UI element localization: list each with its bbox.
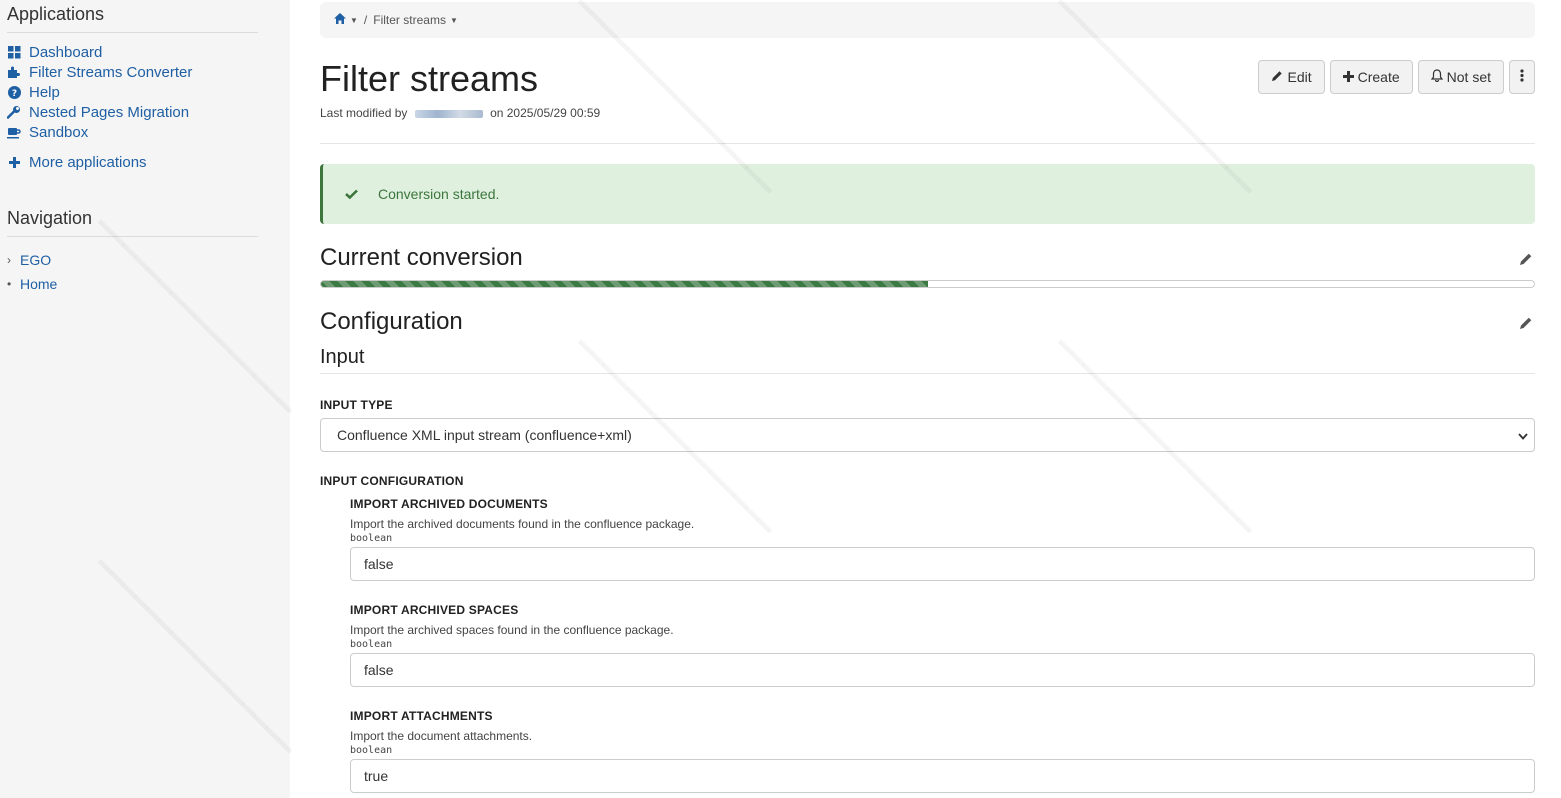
wrench-icon: [7, 105, 21, 119]
field-type: boolean: [350, 533, 393, 544]
modified-prefix: Last modified by: [320, 106, 408, 120]
current-conversion-title: Current conversion: [320, 244, 523, 271]
more-applications-link[interactable]: More applications: [7, 152, 290, 172]
config-field-attachments: IMPORT ATTACHMENTS Import the document a…: [350, 709, 1535, 793]
field-label: IMPORT ATTACHMENTS: [350, 709, 493, 723]
field-hint: Import the archived spaces found in the …: [350, 623, 674, 637]
nav-label: Home: [20, 276, 58, 292]
plus-icon: [1342, 69, 1354, 85]
input-subtitle: Input: [320, 346, 1535, 374]
config-field-archived-documents: IMPORT ARCHIVED DOCUMENTS Import the arc…: [350, 497, 1535, 581]
vertical-ellipsis-icon: [1520, 69, 1524, 85]
field-hint: Import the archived documents found in t…: [350, 517, 695, 531]
main-content: ▼ / Filter streams ▼ Filter streams Last…: [320, 0, 1535, 793]
input-configuration: INPUT CONFIGURATION IMPORT ARCHIVED DOCU…: [320, 474, 1535, 793]
input-type-field: INPUT TYPE Confluence XML input stream (…: [320, 398, 1535, 452]
page-actions: Edit Create Not set: [1258, 60, 1535, 94]
chevron-down-icon: [1518, 427, 1528, 443]
notifications-label: Not set: [1446, 69, 1491, 85]
app-label: Filter Streams Converter: [29, 63, 193, 81]
configuration-title: Configuration: [320, 308, 463, 335]
title-row: Filter streams Last modified by on 2025/…: [320, 38, 1535, 144]
app-item-help[interactable]: ? Help: [7, 82, 290, 102]
nav-item-ego[interactable]: › EGO: [7, 248, 290, 272]
expand-chevron-icon[interactable]: ›: [7, 253, 20, 267]
caret-down-icon[interactable]: ▼: [350, 16, 358, 25]
success-alert: Conversion started.: [320, 164, 1535, 224]
input-type-value: Confluence XML input stream (confluence+…: [337, 427, 632, 443]
conversion-progress-bar: [321, 281, 928, 287]
field-type: boolean: [350, 745, 393, 756]
last-modified: Last modified by on 2025/05/29 00:59: [320, 106, 600, 120]
dashboard-icon: [7, 45, 21, 59]
archived-spaces-input[interactable]: false: [350, 653, 1535, 687]
breadcrumb-separator: /: [363, 13, 368, 27]
modified-date: on 2025/05/29 00:59: [490, 106, 601, 120]
navigation-tree: › EGO • Home: [7, 248, 290, 296]
input-type-label: INPUT TYPE: [320, 398, 393, 412]
app-item-filter-streams-converter[interactable]: Filter Streams Converter: [7, 62, 290, 82]
svg-text:?: ?: [11, 89, 16, 99]
more-applications-label: More applications: [29, 153, 147, 171]
app-label: Help: [29, 83, 60, 101]
breadcrumb-current[interactable]: Filter streams: [373, 13, 446, 27]
field-hint: Import the document attachments.: [350, 729, 533, 743]
app-label: Nested Pages Migration: [29, 103, 190, 121]
field-type: boolean: [350, 639, 393, 650]
bullet-icon: •: [7, 277, 12, 291]
edit-label: Edit: [1287, 69, 1312, 85]
app-item-nested-pages-migration[interactable]: Nested Pages Migration: [7, 102, 290, 122]
coffee-icon: [7, 125, 21, 139]
field-label: IMPORT ARCHIVED SPACES: [350, 603, 519, 617]
app-item-sandbox[interactable]: Sandbox: [7, 122, 290, 142]
field-label: IMPORT ARCHIVED DOCUMENTS: [350, 497, 548, 511]
nav-item-home[interactable]: • Home: [7, 272, 290, 296]
sidebar: Applications Dashboard Filter Streams Co…: [0, 0, 290, 798]
more-actions-button[interactable]: [1509, 60, 1535, 94]
caret-down-icon[interactable]: ▼: [450, 16, 458, 25]
pencil-icon[interactable]: [1519, 316, 1533, 335]
author-link[interactable]: [414, 109, 483, 118]
bell-icon: [1430, 69, 1443, 85]
home-icon[interactable]: [334, 13, 346, 27]
input-configuration-label: INPUT CONFIGURATION: [320, 474, 464, 488]
edit-button[interactable]: Edit: [1258, 60, 1325, 94]
alert-message: Conversion started.: [378, 186, 500, 202]
pencil-icon: [1271, 69, 1283, 85]
pencil-icon[interactable]: [1519, 252, 1533, 271]
breadcrumb: ▼ / Filter streams ▼: [320, 2, 1535, 38]
input-configuration-fields: IMPORT ARCHIVED DOCUMENTS Import the arc…: [350, 497, 1535, 793]
page-title: Filter streams: [320, 58, 539, 99]
app-item-dashboard[interactable]: Dashboard: [7, 42, 290, 62]
app-label: Sandbox: [29, 123, 89, 141]
current-conversion-section: Current conversion: [320, 244, 1535, 278]
applications-list: Dashboard Filter Streams Converter ? Hel…: [7, 42, 290, 172]
attachments-input[interactable]: true: [350, 759, 1535, 793]
puzzle-icon: [7, 65, 21, 79]
create-label: Create: [1357, 69, 1400, 85]
input-type-select[interactable]: Confluence XML input stream (confluence+…: [320, 418, 1535, 452]
app-label: Dashboard: [29, 43, 103, 61]
plus-icon: [7, 155, 21, 169]
navigation-heading: Navigation: [7, 204, 258, 237]
conversion-progress: [320, 280, 1535, 288]
notifications-button[interactable]: Not set: [1417, 60, 1504, 94]
archived-documents-input[interactable]: false: [350, 547, 1535, 581]
question-circle-icon: ?: [7, 85, 21, 99]
check-icon: [345, 186, 358, 202]
nav-label: EGO: [20, 252, 52, 268]
configuration-section: Configuration: [320, 308, 1535, 342]
config-field-archived-spaces: IMPORT ARCHIVED SPACES Import the archiv…: [350, 603, 1535, 687]
applications-heading: Applications: [7, 0, 258, 33]
create-button[interactable]: Create: [1329, 60, 1413, 94]
